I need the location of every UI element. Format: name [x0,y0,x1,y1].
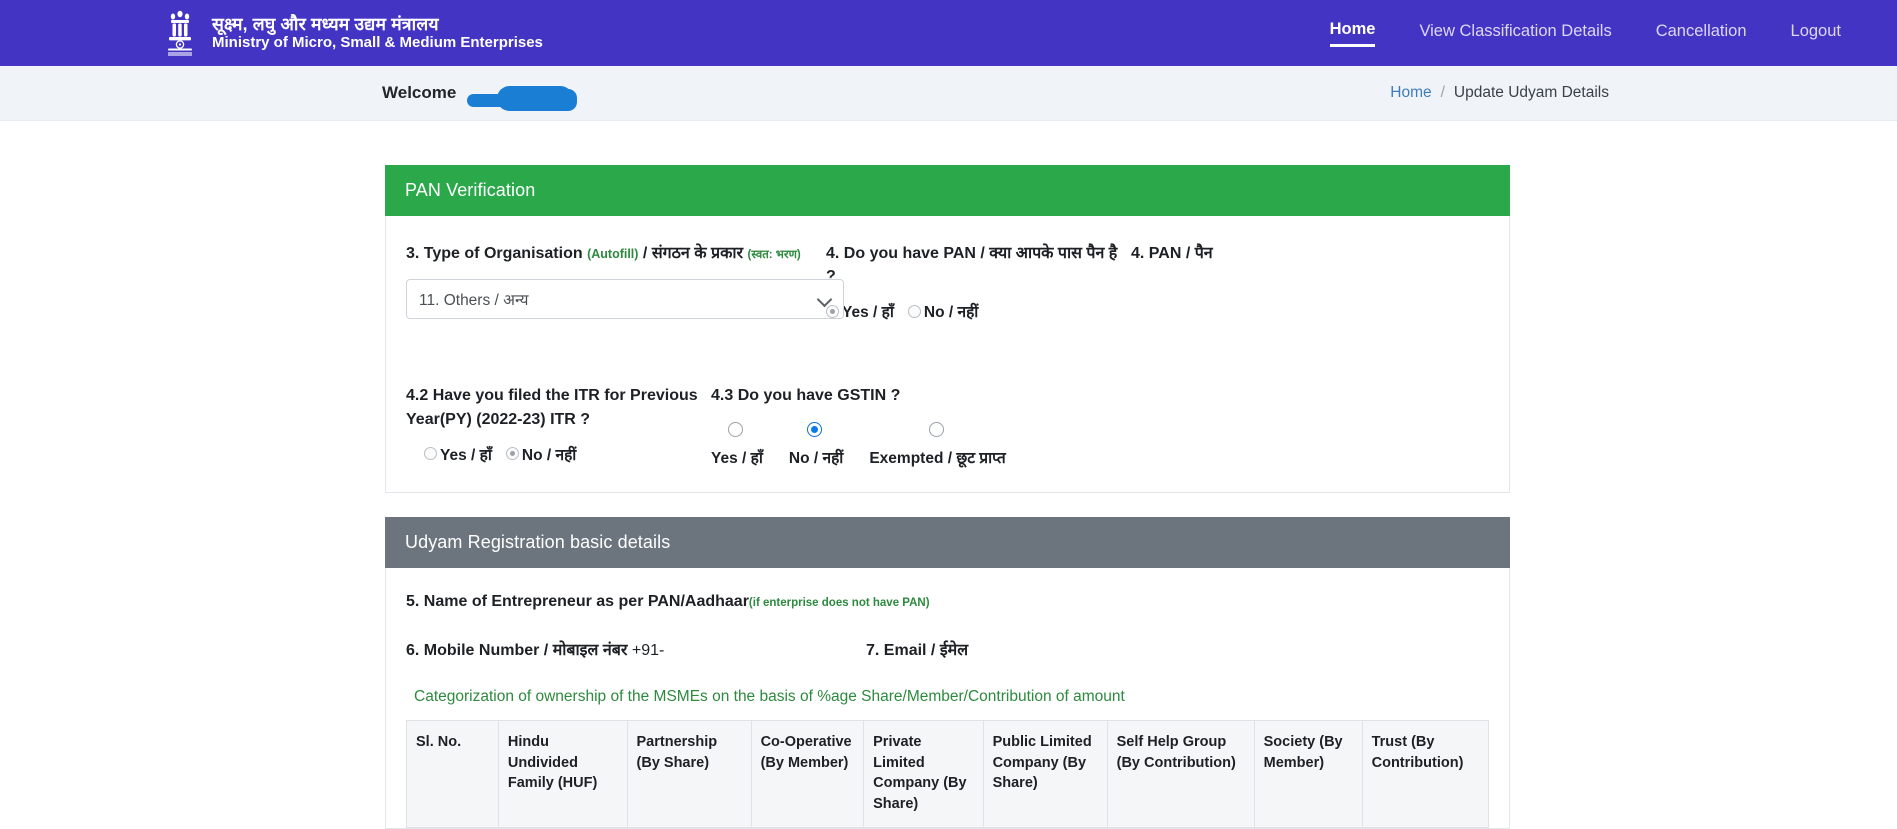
table-header-partnership: Partnership (By Share) [626,719,752,829]
have-pan-radio-group: Yes / हाँ No / नहीं [826,300,1131,322]
itr-filed-label: 4.2 Have you filed the ITR for Previous … [406,384,711,430]
table-header-sl-no: Sl. No. [406,719,499,829]
gstin-radio-group: Yes / हाँ No / नहीं Exempted / छूट प्राप… [711,421,1131,468]
table-header-private-limited: Private Limited Company (By Share) [863,719,984,829]
have-pan-field: 4. Do you have PAN / क्या आपके पास पैन ह… [826,242,1131,322]
content-wrapper: PAN Verification 3. Type of Organisation… [385,165,1510,829]
nav-item-cancellation[interactable]: Cancellation [1656,22,1747,45]
table-header-public-limited: Public Limited Company (By Share) [982,719,1108,829]
brand-block: सूक्ष्म, लघु और मध्यम उद्यम मंत्रालय Min… [160,8,543,58]
table-header-row: Sl. No. Hindu Undivided Family (HUF) Par… [406,719,1490,829]
gstin-label: 4.3 Do you have GSTIN ? [711,387,901,405]
itr-filed-option-yes[interactable]: Yes / हाँ [424,443,492,465]
itr-filed-label-line1: 4.2 Have you filed the ITR for Previous [406,387,698,405]
primary-navigation: Home View Classification Details Cancell… [1329,0,1841,66]
radio-icon-gstin-yes[interactable] [727,421,743,437]
organisation-type-label-en: Type of Organisation [423,245,583,262]
nav-item-view-classification-details[interactable]: View Classification Details [1419,22,1611,45]
organisation-type-label: 3. Type of Organisation (Autofill) / संग… [406,242,826,265]
gstin-option-exempted[interactable]: Exempted / छूट प्राप्त [869,421,1006,468]
radio-icon-itr-yes[interactable] [424,447,437,461]
table-header-society: Society (By Member) [1253,719,1363,829]
nav-item-logout[interactable]: Logout [1791,22,1841,45]
radio-icon-have-pan-yes[interactable] [826,304,839,318]
page-content: PAN Verification 3. Type of Organisation… [0,121,1897,829]
itr-filed-field: 4.2 Have you filed the ITR for Previous … [406,384,711,467]
pan-row-bottom: 4.2 Have you filed the ITR for Previous … [406,384,1489,467]
basic-details-card: 5. Name of Entrepreneur as per PAN/Aadha… [385,567,1510,829]
have-pan-option-no[interactable]: No / नहीं [907,300,979,322]
mobile-number-prefix: +91- [631,641,665,659]
gstin-option-exempted-label: Exempted / छूट प्राप्त [869,449,1006,467]
organisation-type-field: 3. Type of Organisation (Autofill) / संग… [406,242,844,322]
entrepreneur-name-note: (if enterprise does not have PAN) [748,596,930,609]
brand-name-hindi: सूक्ष्म, लघु और मध्यम उद्यम मंत्रालय [212,13,439,34]
contact-row: 6. Mobile Number / मोबाइल नंबर +91- 7. E… [406,639,1489,662]
welcome-breadcrumb-bar: Welcome Home / Update Udyam Details [0,66,1897,121]
brand-text: सूक्ष्म, लघु और मध्यम उद्यम मंत्रालय Min… [212,14,543,52]
categorization-heading: Categorization of ownership of the MSMEs… [414,687,1125,705]
breadcrumb-separator: / [1440,84,1445,101]
pan-verification-header: PAN Verification [385,165,1510,216]
organisation-type-slash: / [642,245,648,262]
breadcrumb-home[interactable]: Home [1390,84,1431,102]
have-pan-option-no-label: No / नहीं [923,304,979,322]
india-national-emblem-icon [168,10,192,56]
have-pan-label: 4. Do you have PAN / क्या आपके पास पैन ह… [826,245,1118,286]
organisation-type-autofill-note: (Autofill) [587,247,639,261]
itr-filed-option-no-label: No / नहीं [521,446,577,464]
gstin-field: 4.3 Do you have GSTIN ? Yes / हाँ No / न… [711,384,1131,467]
organisation-type-autofill-note-hindi: (स्वत: भरण) [747,249,801,261]
radio-icon-have-pan-no[interactable] [907,304,921,318]
gstin-option-no-label: No / नहीं [788,449,844,467]
pan-number-label: 4. PAN / पैन [1131,245,1213,262]
entrepreneur-name-field: 5. Name of Entrepreneur as per PAN/Aadha… [406,590,1489,613]
email-field: 7. Email / ईमेल [866,641,969,659]
radio-icon-itr-no[interactable] [505,447,519,461]
radio-icon-gstin-exempted[interactable] [928,421,944,437]
mobile-number-label: 6. Mobile Number / मोबाइल नंबर [406,641,628,659]
organisation-type-label-hindi: संगठन के प्रकार [651,245,744,262]
pan-row-top: 3. Type of Organisation (Autofill) / संग… [406,242,1489,322]
mobile-number-field: 6. Mobile Number / मोबाइल नंबर +91- [406,639,866,662]
basic-details-body: 5. Name of Entrepreneur as per PAN/Aadha… [386,568,1509,829]
breadcrumb: Home / Update Udyam Details [1390,84,1609,102]
nav-item-home[interactable]: Home [1329,20,1376,47]
pan-verification-card: 3. Type of Organisation (Autofill) / संग… [385,216,1510,493]
gstin-option-yes-label: Yes / हाँ [711,449,763,467]
itr-filed-option-no[interactable]: No / नहीं [505,443,577,465]
itr-filed-label-line2: Year(PY) (2022-23) ITR ? [406,410,591,428]
organisation-type-select[interactable]: 11. Others / अन्य [406,279,844,320]
gstin-option-no[interactable]: No / नहीं [788,421,844,468]
have-pan-option-yes-label: Yes / हाँ [842,304,894,322]
chevron-down-icon [818,293,831,306]
itr-filed-option-yes-label: Yes / हाँ [440,446,492,464]
pan-number-field: 4. PAN / पैन [1131,242,1391,322]
brand-name-english: Ministry of Micro, Small & Medium Enterp… [212,34,543,52]
welcome-message: Welcome [382,83,578,112]
table-header-trust: Trust (By Contribution) [1361,719,1490,829]
organisation-type-label-num: 3. [406,245,420,262]
radio-icon-gstin-no[interactable] [807,421,823,437]
redacted-username [467,85,578,112]
top-navbar: सूक्ष्म, लघु और मध्यम उद्यम मंत्रालय Min… [0,0,1897,66]
ownership-categorization-table: Sl. No. Hindu Undivided Family (HUF) Par… [406,719,1490,829]
table-header-cooperative: Co-Operative (By Member) [750,719,865,829]
organisation-type-selected-value: 11. Others / अन्य [419,292,529,310]
table-header-huf: Hindu Undivided Family (HUF) [497,719,628,829]
gstin-option-yes[interactable]: Yes / हाँ [711,421,763,468]
itr-filed-radio-group: Yes / हाँ No / नहीं [424,443,711,465]
entrepreneur-name-label: 5. Name of Entrepreneur as per PAN/Aadha… [406,592,749,610]
pan-verification-body: 3. Type of Organisation (Autofill) / संग… [386,216,1509,492]
welcome-label: Welcome [382,83,457,102]
basic-details-header: Udyam Registration basic details [385,516,1510,568]
breadcrumb-current: Update Udyam Details [1453,84,1609,101]
table-header-self-help-group: Self Help Group (By Contribution) [1106,719,1255,829]
